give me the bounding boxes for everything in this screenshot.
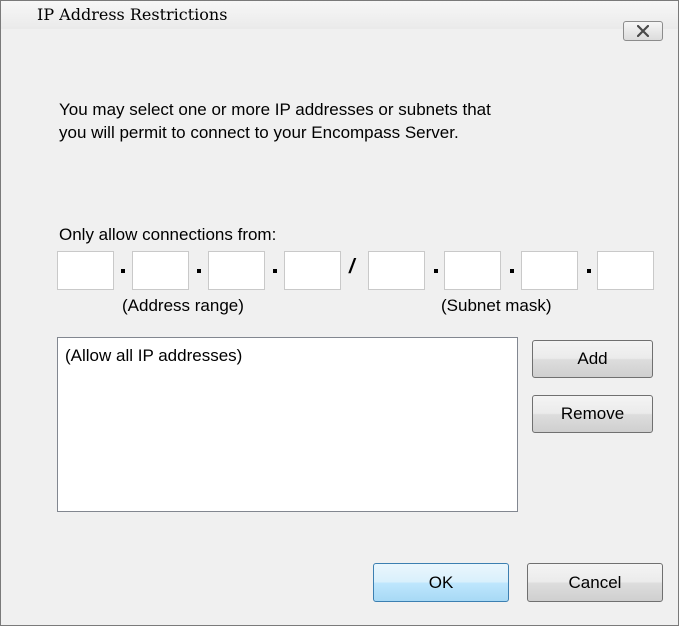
ok-button[interactable]: OK — [373, 563, 509, 602]
allow-from-label: Only allow connections from: — [59, 225, 277, 244]
close-button[interactable] — [623, 21, 663, 41]
subnet-octet-2[interactable] — [444, 251, 501, 290]
octet-dot — [510, 269, 514, 273]
octet-dot — [121, 269, 125, 273]
octet-dot — [197, 269, 201, 273]
address-range-hint: (Address range) — [122, 296, 244, 315]
title-bar[interactable]: IP Address Restrictions — [1, 1, 678, 29]
close-x-icon — [637, 25, 649, 37]
ip-restrictions-dialog: IP Address Restrictions You may select o… — [0, 0, 679, 626]
address-subnet-separator: / — [349, 256, 355, 278]
list-item[interactable]: (Allow all IP addresses) — [65, 346, 242, 366]
address-octet-2[interactable] — [132, 251, 189, 290]
subnet-octet-1[interactable] — [368, 251, 425, 290]
octet-dot — [273, 269, 277, 273]
remove-button[interactable]: Remove — [532, 395, 653, 433]
subnet-octet-3[interactable] — [521, 251, 578, 290]
address-octet-3[interactable] — [208, 251, 265, 290]
octet-dot — [434, 269, 438, 273]
address-octet-1[interactable] — [57, 251, 114, 290]
octet-dot — [587, 269, 591, 273]
address-octet-4[interactable] — [284, 251, 341, 290]
subnet-mask-hint: (Subnet mask) — [441, 296, 552, 315]
ip-address-list[interactable]: (Allow all IP addresses) — [57, 337, 518, 512]
add-button[interactable]: Add — [532, 340, 653, 378]
window-title: IP Address Restrictions — [37, 5, 228, 24]
subnet-octet-4[interactable] — [597, 251, 654, 290]
intro-text: You may select one or more IP addresses … — [59, 100, 491, 142]
cancel-button[interactable]: Cancel — [527, 563, 663, 602]
